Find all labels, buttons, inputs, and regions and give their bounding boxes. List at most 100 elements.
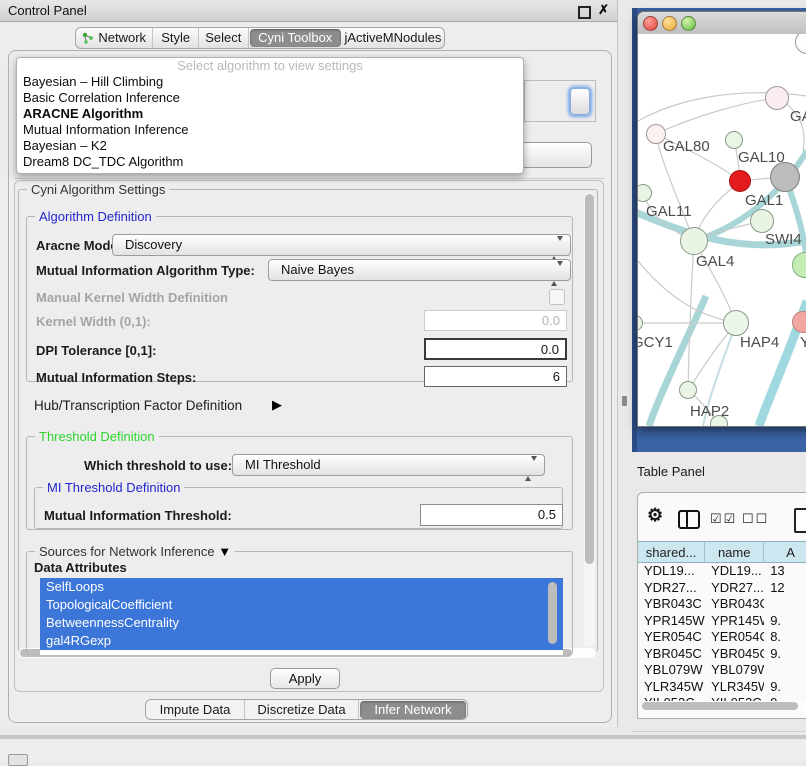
- network-node[interactable]: [750, 209, 774, 233]
- data-attributes-list[interactable]: SelfLoopsTopologicalCoefficientBetweenne…: [40, 578, 563, 655]
- select-all-checks-icon[interactable]: ☑☑: [710, 511, 737, 527]
- close-icon[interactable]: ✗: [598, 2, 609, 18]
- expand-arrow-icon[interactable]: ▶: [272, 397, 282, 413]
- table-cell: YBR045C: [638, 646, 705, 663]
- table-row[interactable]: YER054CYER054C8.: [638, 629, 806, 646]
- columns-icon[interactable]: [678, 510, 700, 529]
- tab-impute-data[interactable]: Impute Data: [146, 700, 245, 720]
- kernel-width-input[interactable]: 0.0: [424, 310, 567, 331]
- table-panel-title: Table Panel: [637, 464, 705, 479]
- tab-jactivemnodules[interactable]: jActiveMNodules: [342, 28, 444, 48]
- data-attribute-item[interactable]: BetweennessCentrality: [40, 614, 563, 632]
- table-row[interactable]: YBR043CYBR043C: [638, 596, 806, 613]
- table-row[interactable]: YBL079WYBL079W: [638, 662, 806, 679]
- tab-infer-network[interactable]: Infer Network: [360, 701, 466, 719]
- table-row[interactable]: YDR27...YDR27...12: [638, 580, 806, 597]
- table-cell: 9.: [764, 646, 806, 663]
- algorithm-option[interactable]: ARACNE Algorithm: [17, 106, 523, 122]
- table-cell: YBL079W: [705, 662, 764, 679]
- network-node[interactable]: [729, 170, 751, 192]
- which-threshold-label: Which threshold to use:: [84, 458, 232, 473]
- network-node[interactable]: [723, 310, 749, 336]
- minimize-traffic-light-icon[interactable]: [662, 16, 677, 31]
- deselect-all-checks-icon[interactable]: ☐☐: [742, 511, 769, 527]
- attributes-vscroll-thumb[interactable]: [548, 582, 557, 644]
- splitpane-handle[interactable]: [622, 396, 627, 406]
- window-title: Control Panel: [8, 3, 87, 18]
- network-node-label: HAP2: [690, 403, 729, 420]
- network-node-label: HAP4: [740, 334, 779, 351]
- network-node[interactable]: [725, 131, 743, 149]
- table-column-header[interactable]: name: [705, 541, 764, 563]
- algorithm-option[interactable]: Bayesian – Hill Climbing: [17, 74, 523, 90]
- stepper-arrows-icon: [551, 264, 563, 284]
- hub-section-label: Hub/Transcription Factor Definition: [34, 398, 242, 413]
- close-traffic-light-icon[interactable]: [643, 16, 658, 31]
- network-node-label: GAL80: [663, 138, 710, 155]
- algorithm-option[interactable]: Basic Correlation Inference: [17, 90, 523, 106]
- table-cell: 12: [764, 580, 806, 597]
- algorithm-dropdown-popup: Select algorithm to view settings Bayesi…: [16, 57, 524, 174]
- table-row[interactable]: YDL19...YDL19...13: [638, 563, 806, 580]
- table-hscroll-thumb[interactable]: [642, 702, 798, 710]
- aracne-mode-label: Aracne Mode:: [36, 238, 122, 253]
- stepper-arrows-icon: [551, 239, 563, 259]
- inference-algorithm-combo-fragment[interactable]: [570, 88, 590, 115]
- settings-vscroll-thumb[interactable]: [585, 194, 594, 564]
- sources-title: Sources for Network Inference: [39, 544, 215, 559]
- table-row[interactable]: YLR345WYLR345W9.: [638, 679, 806, 696]
- algorithm-option[interactable]: Dream8 DC_TDC Algorithm: [17, 154, 523, 170]
- network-node[interactable]: [770, 162, 800, 192]
- tab-network[interactable]: Network: [76, 28, 153, 48]
- right-panel-border: [632, 731, 806, 732]
- table-column-header[interactable]: A: [764, 541, 806, 563]
- zoom-traffic-light-icon[interactable]: [681, 16, 696, 31]
- network-canvas[interactable]: GAL80GAL10GAL1GAL11SWI4GAL4GCY1HAP4HAP2G…: [638, 34, 806, 426]
- gear-icon[interactable]: ⚙: [647, 506, 663, 524]
- float-window-icon[interactable]: [578, 6, 591, 19]
- tab-select[interactable]: Select: [199, 28, 249, 48]
- tab-style[interactable]: Style: [153, 28, 199, 48]
- table-cell: YBR043C: [705, 596, 764, 613]
- aracne-mode-combo[interactable]: Discovery: [112, 234, 571, 256]
- node-combo-fragment[interactable]: [520, 142, 592, 168]
- table-panel: ⚙ ☑☑ ☐☐ shared...nameA YDL19...YDL19...1…: [637, 492, 806, 719]
- data-attribute-item[interactable]: gal4RGexp: [40, 632, 563, 650]
- which-threshold-combo[interactable]: MI Threshold: [232, 454, 545, 476]
- dpi-tolerance-input[interactable]: 0.0: [424, 338, 567, 360]
- data-attribute-item[interactable]: TopologicalCoefficient: [40, 596, 563, 614]
- table-cell: YLR345W: [638, 679, 705, 696]
- network-view-window[interactable]: GAL80GAL10GAL1GAL11SWI4GAL4GCY1HAP4HAP2G…: [637, 11, 806, 427]
- algorithm-option[interactable]: Mutual Information Inference: [17, 122, 523, 138]
- control-panel-titlebar[interactable]: Control Panel ✗: [0, 0, 617, 22]
- algorithm-dropdown-list: Bayesian – Hill ClimbingBasic Correlatio…: [17, 74, 523, 170]
- apply-button[interactable]: Apply: [270, 668, 340, 689]
- network-node-label: Y: [800, 334, 806, 351]
- new-table-icon[interactable]: [794, 508, 806, 533]
- mi-steps-input[interactable]: 6: [424, 366, 567, 387]
- collapse-arrow-icon[interactable]: ▼: [218, 544, 231, 559]
- mi-threshold-input[interactable]: 0.5: [420, 504, 563, 526]
- network-node-label: GAL1: [745, 192, 783, 209]
- table-row[interactable]: YPR145WYPR145W9.: [638, 613, 806, 630]
- network-node[interactable]: [680, 227, 708, 255]
- network-node[interactable]: [765, 86, 789, 110]
- algorithm-option[interactable]: Bayesian – K2: [17, 138, 523, 154]
- combo-value: Naive Bayes: [281, 262, 354, 277]
- mi-type-combo[interactable]: Naive Bayes: [268, 259, 571, 281]
- network-window-titlebar[interactable]: [638, 12, 806, 35]
- table-body: YDL19...YDL19...13YDR27...YDR27...12YBR0…: [638, 563, 806, 712]
- partial-widget[interactable]: [8, 754, 28, 766]
- table-cell: YER054C: [705, 629, 764, 646]
- table-row[interactable]: YBR045CYBR045C9.: [638, 646, 806, 663]
- manual-kernel-checkbox[interactable]: [549, 289, 565, 305]
- network-node[interactable]: [679, 381, 697, 399]
- table-cell: 9.: [764, 679, 806, 696]
- combo-value: MI Threshold: [245, 457, 321, 472]
- table-cell: YPR145W: [638, 613, 705, 630]
- tab-discretize-data[interactable]: Discretize Data: [245, 700, 359, 720]
- table-column-header[interactable]: shared...: [638, 541, 705, 563]
- data-attribute-item[interactable]: SelfLoops: [40, 578, 563, 596]
- tab-cyni-toolbox[interactable]: Cyni Toolbox: [250, 29, 341, 47]
- table-cell: YBL079W: [638, 662, 705, 679]
